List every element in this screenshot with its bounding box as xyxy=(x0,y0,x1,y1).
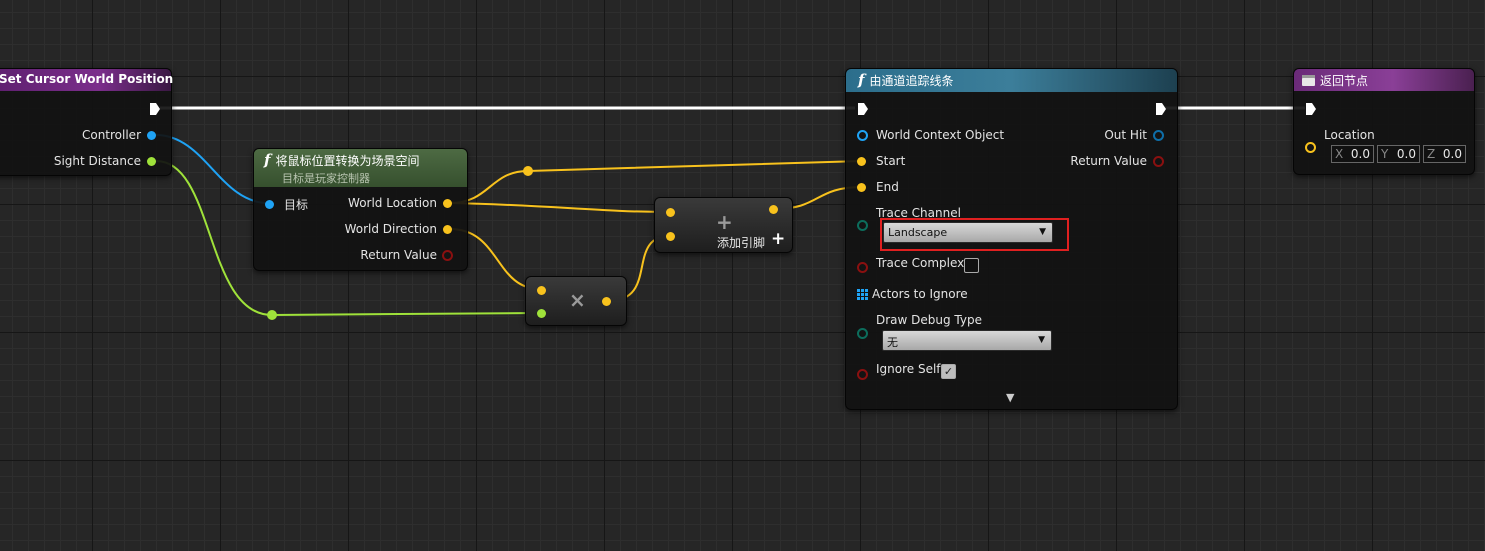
node-title-text: 返回节点 xyxy=(1320,74,1369,88)
pin-label-world-location: World Location xyxy=(348,196,437,210)
node-title: f 由通道追踪线条 xyxy=(858,71,953,89)
start-pin[interactable] xyxy=(857,157,866,166)
array-pin-icon[interactable] xyxy=(857,289,868,300)
return-value-pin[interactable] xyxy=(442,250,453,261)
location-pin[interactable] xyxy=(1305,142,1316,153)
trace-channel-value: Landscape xyxy=(888,226,948,239)
exec-out-pin[interactable] xyxy=(1155,102,1167,116)
node-title: f 将鼠标位置转换为场景空间 xyxy=(264,151,419,169)
draw-debug-type-dropdown[interactable]: 无 ▼ xyxy=(882,330,1052,351)
x-axis-label: X xyxy=(1335,147,1344,161)
chevron-down-icon: ▼ xyxy=(1039,227,1046,237)
trace-channel-pin[interactable] xyxy=(857,220,868,231)
reroute-knot-vector xyxy=(523,166,533,176)
multiply-output-pin[interactable] xyxy=(602,297,611,306)
add-output-pin[interactable] xyxy=(769,205,778,214)
pin-label-out-hit: Out Hit xyxy=(1104,128,1147,142)
node-multiply[interactable]: × xyxy=(525,276,627,326)
pin-label-start: Start xyxy=(876,154,906,168)
wire-location-start xyxy=(449,160,863,204)
pin-label-return-value: Return Value xyxy=(360,248,437,262)
out-hit-pin[interactable] xyxy=(1153,130,1164,141)
pin-label-sight-distance: Sight Distance xyxy=(53,154,141,168)
z-axis-label: Z xyxy=(1427,147,1436,161)
expand-advanced-icon[interactable]: ▼ xyxy=(1006,391,1014,404)
pin-label-return-value: Return Value xyxy=(1070,154,1147,168)
exec-in-pin[interactable] xyxy=(1305,102,1317,116)
pin-label-draw-debug-type: Draw Debug Type xyxy=(876,313,982,327)
world-location-pin[interactable] xyxy=(443,199,452,208)
x-value: 0.0 xyxy=(1350,147,1370,161)
world-context-object-pin[interactable] xyxy=(857,130,868,141)
ignore-self-checkbox[interactable]: ✓ xyxy=(941,364,956,379)
pin-label-controller: Controller xyxy=(81,128,141,142)
pin-label-target: 目标 xyxy=(284,198,309,212)
sight-distance-pin[interactable] xyxy=(147,157,156,166)
multiply-input-b-pin[interactable] xyxy=(537,309,546,318)
pin-label-world-context-object: World Context Object xyxy=(876,128,1005,142)
function-icon: f xyxy=(264,151,271,169)
wire-controller-target xyxy=(155,134,269,204)
add-symbol: + xyxy=(716,210,733,234)
add-input-a-pin[interactable] xyxy=(666,208,675,217)
ignore-self-pin[interactable] xyxy=(857,369,868,380)
location-x-field[interactable]: X 0.0 xyxy=(1331,145,1374,163)
multiply-input-a-pin[interactable] xyxy=(537,286,546,295)
pin-label-actors-to-ignore: Actors to Ignore xyxy=(872,287,968,301)
add-pin-button[interactable]: 添加引脚 xyxy=(717,234,765,251)
draw-debug-type-value: 无 xyxy=(887,336,898,349)
draw-debug-type-pin[interactable] xyxy=(857,328,868,339)
node-add[interactable]: + 添加引脚 + xyxy=(654,197,793,253)
y-value: 0.0 xyxy=(1396,147,1416,161)
return-value-pin[interactable] xyxy=(1153,156,1164,167)
world-direction-pin[interactable] xyxy=(443,225,452,234)
node-title-text: 将鼠标位置转换为场景空间 xyxy=(275,154,420,168)
y-axis-label: Y xyxy=(1381,147,1389,161)
pin-label-ignore-self: Ignore Self xyxy=(876,362,941,376)
target-pin[interactable] xyxy=(265,200,274,209)
exec-in-pin[interactable] xyxy=(857,102,869,116)
node-title: 返回节点 xyxy=(1302,72,1368,89)
controller-pin[interactable] xyxy=(147,131,156,140)
wire-layer xyxy=(155,106,1305,320)
pin-label-trace-complex: Trace Complex xyxy=(876,256,965,270)
end-pin[interactable] xyxy=(857,183,866,192)
add-input-b-pin[interactable] xyxy=(666,232,675,241)
reroute-knot-float xyxy=(267,310,277,320)
node-title-text: 由通道追踪线条 xyxy=(869,74,954,88)
node-return[interactable]: 返回节点 Location X 0.0 Y 0.0 Z 0.0 xyxy=(1293,68,1475,175)
z-value: 0.0 xyxy=(1442,147,1462,161)
pin-label-world-direction: World Direction xyxy=(344,222,437,236)
pin-label-end: End xyxy=(876,180,899,194)
chevron-down-icon: ▼ xyxy=(1038,335,1045,345)
check-icon: ✓ xyxy=(943,365,954,378)
trace-channel-dropdown[interactable]: Landscape ▼ xyxy=(883,222,1053,243)
pin-label-location: Location xyxy=(1324,128,1375,142)
node-convert-mouse-to-world[interactable]: f 将鼠标位置转换为场景空间 目标是玩家控制器 目标 World Location… xyxy=(253,148,468,271)
exec-out-pin[interactable] xyxy=(149,102,161,116)
wire-location-add xyxy=(449,202,671,213)
add-pin-icon[interactable]: + xyxy=(771,229,785,249)
multiply-symbol: × xyxy=(569,288,586,312)
return-node-icon xyxy=(1302,75,1315,86)
trace-complex-pin[interactable] xyxy=(857,262,868,273)
node-title: Set Cursor World Position xyxy=(0,72,174,86)
function-icon: f xyxy=(858,71,865,89)
node-line-trace-by-channel[interactable]: f 由通道追踪线条 World Context Object Out Hit St… xyxy=(845,68,1178,410)
trace-complex-checkbox[interactable] xyxy=(964,258,979,273)
location-y-field[interactable]: Y 0.0 xyxy=(1377,145,1420,163)
node-subtitle: 目标是玩家控制器 xyxy=(282,172,370,185)
location-z-field[interactable]: Z 0.0 xyxy=(1423,145,1466,163)
node-set-cursor-world-position[interactable]: Set Cursor World Position Controller Sig… xyxy=(0,68,174,176)
